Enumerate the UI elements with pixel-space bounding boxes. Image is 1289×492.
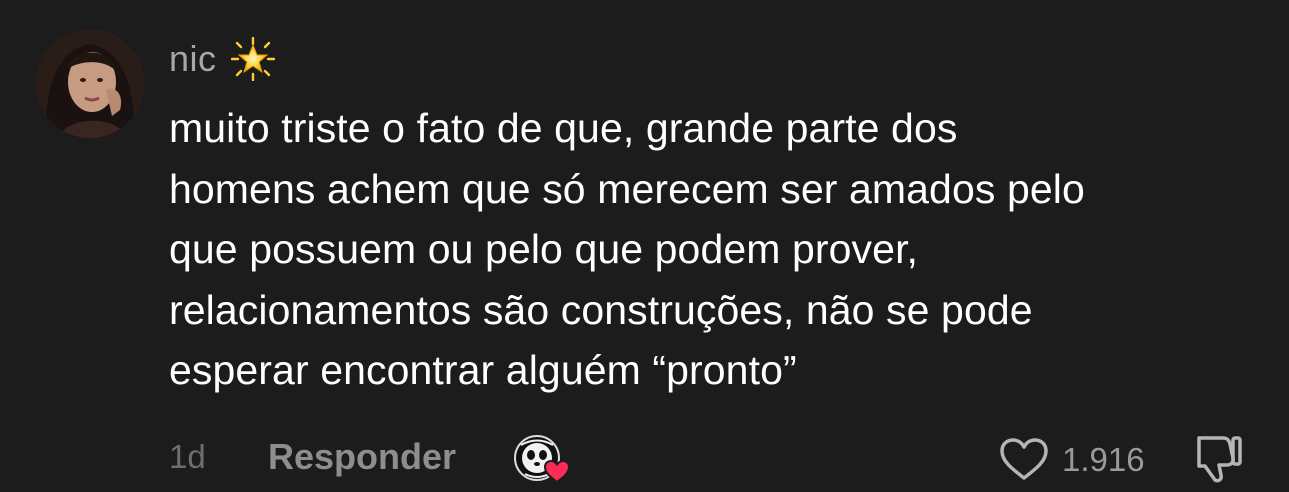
timestamp: 1d <box>169 438 206 475</box>
avatar-photo <box>36 30 144 138</box>
comment-actions: 1d Responder 1.916 <box>0 430 1289 486</box>
username[interactable]: nic <box>169 38 217 80</box>
username-row: nic <box>169 34 275 84</box>
comment-text-line: muito triste o fato de que, grande parte… <box>169 105 958 151</box>
reply-button[interactable]: Responder <box>268 436 456 478</box>
thumbs-down-icon[interactable] <box>1193 432 1243 484</box>
comment-text-line: homens achem que só merecem ser amados p… <box>169 165 1085 212</box>
comment-text-line: que possuem ou pelo que podem prover, <box>169 226 919 272</box>
comment-text: muito triste o fato de que, grande parte… <box>169 98 1249 401</box>
user-avatar[interactable] <box>36 30 144 138</box>
glowing-star-icon <box>230 37 275 81</box>
creator-liked-avatar-heart-icon <box>514 435 571 484</box>
comment-text-line: relacionamentos são construções, não se … <box>169 286 1033 333</box>
heart-outline-icon[interactable] <box>999 437 1049 481</box>
comment-item: nic muito triste o fato de que, grande p… <box>0 0 1289 492</box>
comment-text-line: esperar encontrar alguém “pronto” <box>169 347 797 393</box>
like-count: 1.916 <box>1062 441 1145 478</box>
